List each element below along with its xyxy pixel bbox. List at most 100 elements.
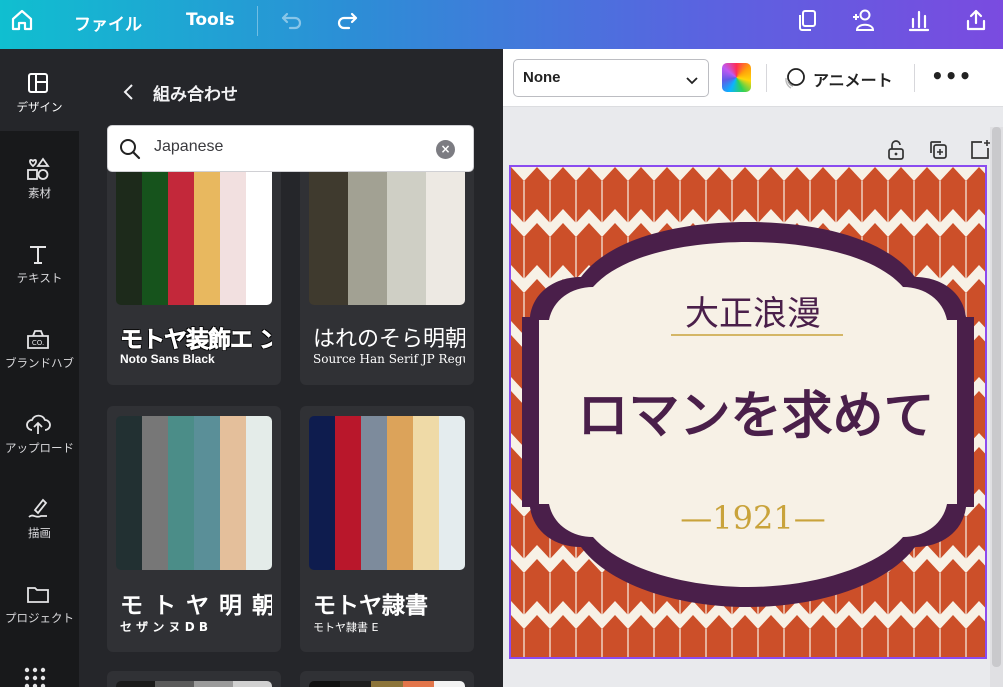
palette-color: [116, 167, 142, 305]
left-rail: デザイン 素材 テキスト CO. ブランドハブ アップロード 描画 プロジェクト: [0, 49, 79, 687]
context-toolbar: None アニメート •••: [503, 49, 1003, 107]
font-combo-card[interactable]: はれのそら明朝 Source Han Serif JP Regular: [300, 158, 474, 385]
rail-item-text[interactable]: テキスト: [0, 220, 79, 302]
lock-icon[interactable]: [884, 138, 908, 162]
chart-icon[interactable]: [905, 6, 933, 34]
palette-color: [439, 416, 465, 570]
add-people-icon[interactable]: [850, 6, 878, 34]
palette-color: [220, 416, 246, 570]
toolbar-divider: [766, 64, 767, 92]
palette-color: [116, 681, 155, 687]
palette-color: [335, 416, 361, 570]
palette-swatch: [116, 681, 272, 687]
chevron-down-icon: [685, 72, 699, 86]
card-title: モ ト ヤ 明 朝: [120, 593, 272, 619]
panel-title: 組み合わせ: [153, 85, 238, 105]
palette-color: [233, 681, 272, 687]
font-combo-card[interactable]: モ ト ヤ 明 朝 セ ザ ン ヌ D B: [107, 406, 281, 652]
card-subtitle: セ ザ ン ヌ D B: [120, 620, 208, 634]
animate-button[interactable]: アニメート: [813, 67, 893, 91]
card-title: モトヤ装飾エ ン: [120, 327, 272, 354]
palette-color: [361, 416, 387, 570]
rail-item-upload[interactable]: アップロード: [0, 390, 79, 472]
font-combo-card[interactable]: [107, 671, 281, 687]
palette-color: [340, 681, 372, 687]
palette-color: [387, 167, 426, 305]
palette-color: [220, 167, 246, 305]
card-title: はれのそら明朝: [313, 327, 465, 352]
rail-item-elements[interactable]: 素材: [0, 135, 79, 217]
rail-label: アップロード: [5, 441, 74, 455]
back-icon[interactable]: [119, 81, 139, 103]
toolbar-divider: [914, 64, 915, 92]
text-icon: [24, 240, 52, 268]
draw-icon: [24, 495, 52, 523]
card-subtitle: モトヤ隷書 E: [313, 621, 379, 634]
add-page-icon[interactable]: [968, 138, 992, 162]
palette-color: [246, 416, 272, 570]
rail-label: 素材: [28, 186, 51, 200]
palette-color: [387, 416, 413, 570]
palette-color: [142, 167, 168, 305]
palette-color: [348, 167, 387, 305]
font-combo-card[interactable]: モトヤ装飾エ ン Noto Sans Black: [107, 158, 281, 385]
file-menu[interactable]: ファイル: [74, 10, 142, 35]
clear-icon[interactable]: ×: [436, 140, 455, 159]
topbar-divider: [257, 6, 258, 36]
rail-item-projects[interactable]: プロジェクト: [0, 560, 79, 642]
rail-item-brand[interactable]: CO. ブランドハブ: [0, 305, 79, 387]
undo-icon[interactable]: [278, 6, 306, 34]
duplicate-page-icon[interactable]: [926, 138, 950, 162]
design-heading[interactable]: 大正浪漫: [685, 294, 821, 334]
palette-color: [402, 681, 434, 687]
share-icon[interactable]: [962, 6, 990, 34]
rail-label: ブランドハブ: [5, 356, 74, 370]
color-picker-button[interactable]: [722, 63, 751, 92]
design-year-text[interactable]: —1921—: [680, 499, 825, 537]
rail-label: 描画: [28, 526, 51, 540]
more-options-button[interactable]: •••: [931, 61, 971, 91]
palette-color: [371, 681, 403, 687]
folder-icon: [24, 580, 52, 608]
font-combo-card[interactable]: [300, 671, 474, 687]
search-value: Japanese: [154, 138, 224, 155]
font-select[interactable]: None: [513, 59, 709, 97]
rail-item-draw[interactable]: 描画: [0, 475, 79, 557]
svg-text:CO.: CO.: [32, 339, 44, 347]
copy-icon[interactable]: [794, 6, 822, 34]
scrollbar-thumb[interactable]: [992, 127, 1001, 667]
palette-swatch: [309, 167, 465, 305]
design-canvas[interactable]: 大正浪漫 ロマンを求めて —1921—: [509, 165, 987, 659]
top-bar: ファイル Tools: [0, 0, 1003, 49]
palette-color: [116, 416, 142, 570]
palette-color: [413, 416, 439, 570]
apps-icon[interactable]: [24, 667, 46, 687]
font-combo-card[interactable]: モトヤ隷書 モトヤ隷書 E: [300, 406, 474, 652]
palette-color: [246, 167, 272, 305]
search-input[interactable]: Japanese ×: [107, 125, 474, 172]
card-subtitle: Source Han Serif JP Regular: [313, 352, 465, 366]
font-select-value: None: [523, 69, 561, 86]
palette-color: [309, 167, 348, 305]
rail-label: テキスト: [16, 271, 63, 285]
home-icon[interactable]: [8, 6, 36, 34]
upload-icon: [24, 410, 52, 438]
redo-icon[interactable]: [333, 6, 361, 34]
rail-label: プロジェクト: [5, 611, 74, 625]
palette-color: [168, 416, 194, 570]
palette-color: [155, 681, 194, 687]
animate-icon[interactable]: [783, 65, 809, 91]
palette-swatch: [309, 416, 465, 570]
editor-area: None アニメート ••• 大正浪漫 ロマンを求めて —1921—: [503, 49, 1003, 687]
vertical-scrollbar[interactable]: [990, 127, 1003, 687]
palette-color: [142, 416, 168, 570]
palette-swatch: [116, 416, 272, 570]
rail-item-design[interactable]: デザイン: [0, 49, 79, 131]
tools-menu[interactable]: Tools: [186, 10, 235, 30]
search-icon: [118, 137, 142, 161]
design-main-text[interactable]: ロマンを求めて: [577, 386, 934, 446]
side-panel: 組み合わせ モトヤ装飾エ ン Noto Sans Black はれのそら明朝 S…: [79, 49, 503, 687]
card-title: モトヤ隷書: [313, 593, 428, 619]
card-subtitle: Noto Sans Black: [120, 352, 215, 366]
palette-swatch: [309, 681, 465, 687]
